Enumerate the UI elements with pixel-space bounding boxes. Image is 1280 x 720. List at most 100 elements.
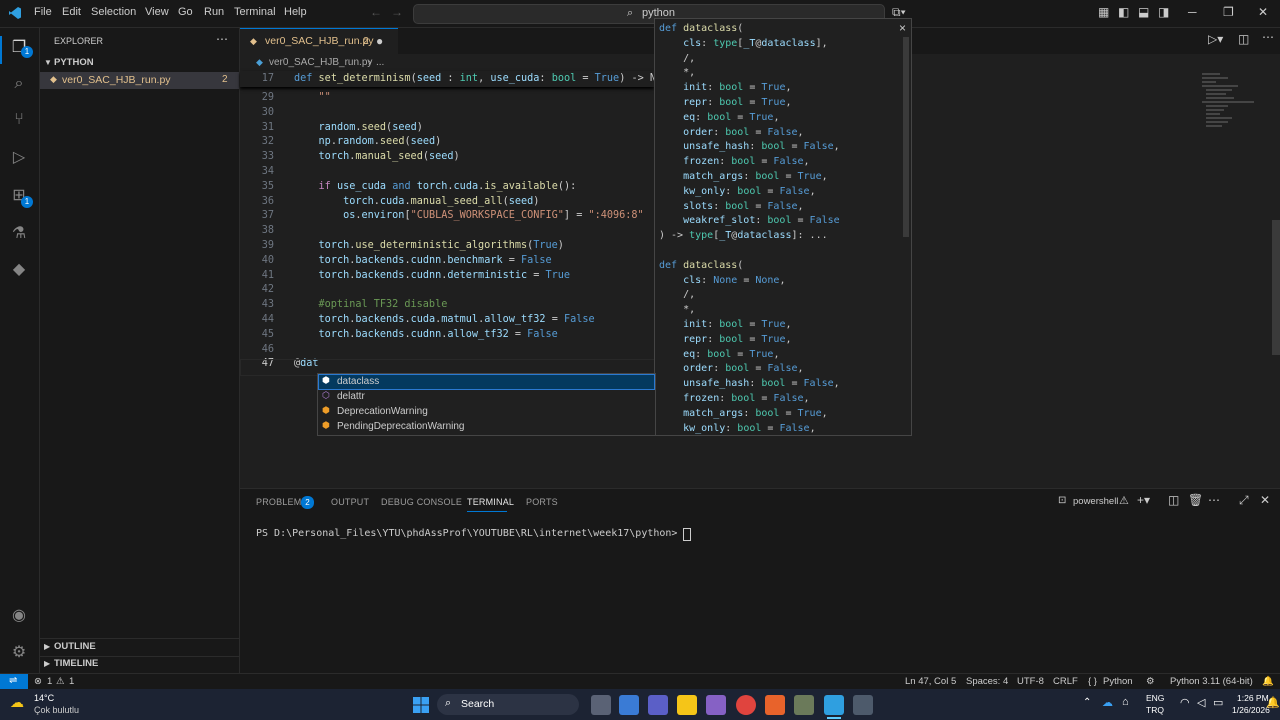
app-icon[interactable] [765, 695, 785, 715]
terminal-shell-label[interactable]: powershell [1073, 496, 1118, 507]
code-line[interactable]: torch.backends.cudnn.allow_tf32 = False [294, 329, 558, 340]
hover-signature-popup[interactable]: def dataclass( cls: type[_T@dataclass], … [654, 18, 912, 436]
close-window-icon[interactable]: ✕ [1258, 5, 1268, 19]
onedrive-icon[interactable]: ☁ [1102, 696, 1113, 709]
wifi-icon[interactable]: ◠ [1180, 696, 1190, 709]
unsaved-dot-icon[interactable]: ● [376, 34, 383, 48]
notifications-icon[interactable]: 🔔 [1262, 676, 1274, 687]
volume-icon[interactable]: ◁ [1197, 696, 1205, 709]
suggestion-item[interactable]: ⬢ dataclass [318, 374, 655, 390]
run-debug-icon[interactable]: ▷ [9, 148, 29, 168]
menu-go[interactable]: Go [178, 6, 193, 18]
timeline-header[interactable]: TIMELINE [54, 658, 98, 669]
new-terminal-icon[interactable]: +▾ [1137, 493, 1150, 507]
code-line[interactable]: np.random.seed(seed) [294, 136, 442, 147]
battery-icon[interactable]: ▭ [1213, 696, 1223, 709]
more-actions-icon[interactable]: ⋯ [1208, 493, 1220, 507]
back-arrow-icon[interactable]: ← [370, 5, 382, 19]
menu-file[interactable]: File [34, 6, 52, 18]
breadcrumb-more[interactable]: ... [376, 57, 384, 68]
maximize-icon[interactable]: ❐ [1223, 5, 1234, 19]
code-line[interactable]: "" [294, 92, 331, 103]
code-line[interactable]: random.seed(seed) [294, 122, 423, 133]
folder-header[interactable]: PYTHON [54, 57, 94, 68]
chrome-icon[interactable] [736, 695, 756, 715]
split-terminal-icon[interactable]: ◫ [1168, 493, 1179, 507]
menu-selection[interactable]: Selection [91, 6, 136, 18]
more-actions-icon[interactable]: ⋯ [216, 32, 228, 46]
weather-temp[interactable]: 14°C [34, 693, 54, 703]
python-icon[interactable]: ◆ [9, 260, 29, 280]
terminal-prompt[interactable]: PS D:\Personal_Files\YTU\phdAssProf\YOUT… [256, 528, 683, 539]
suggest-widget[interactable]: ⬢ dataclass ⬡ delattr ⬢ DeprecationWarning ⬢ Pe… [317, 373, 656, 436]
menu-run[interactable]: Run [204, 6, 224, 18]
chevron-right-icon[interactable]: ▶ [44, 642, 50, 651]
run-python-icon[interactable]: ▷▾ [1208, 32, 1223, 46]
error-count[interactable]: 1 [47, 676, 52, 687]
chevron-right-icon[interactable]: ▶ [44, 659, 50, 668]
suggestion-item[interactable]: ⬡ delattr [319, 390, 654, 404]
code-line[interactable]: #optinal TF32 disable [294, 299, 448, 310]
customize-layout-icon[interactable]: ▦ [1098, 5, 1109, 19]
network-icon[interactable]: ⌂ [1122, 696, 1129, 708]
start-button[interactable] [411, 695, 431, 715]
testing-icon[interactable]: ⚗ [9, 224, 29, 244]
minimap[interactable] [1198, 72, 1258, 132]
tab-problems[interactable]: PROBLEMS [256, 497, 308, 507]
minimize-icon[interactable]: ─ [1188, 5, 1197, 19]
code-line[interactable]: torch.backends.cudnn.benchmark = False [294, 255, 552, 266]
input-lang-2[interactable]: TRQ [1146, 705, 1164, 715]
breadcrumb-file[interactable]: ver0_SAC_HJB_run.py [269, 57, 372, 68]
menu-edit[interactable]: Edit [62, 6, 81, 18]
copilot-icon[interactable] [619, 695, 639, 715]
code-line[interactable]: torch.use_deterministic_algorithms(True) [294, 240, 564, 251]
suggestion-item[interactable]: ⬢ DeprecationWarning [319, 405, 654, 419]
close-panel-icon[interactable]: ✕ [1260, 493, 1270, 507]
remote-button[interactable]: ⇌ [0, 674, 28, 690]
menu-view[interactable]: View [145, 6, 169, 18]
split-editor-icon[interactable]: ◫ [1238, 32, 1249, 46]
code-line[interactable]: torch.cuda.manual_seed_all(seed) [294, 196, 539, 207]
tab-active-file[interactable]: ◆ ver0_SAC_HJB_run.py 2 ● [240, 28, 398, 55]
close-icon[interactable]: × [899, 21, 906, 35]
teams-icon[interactable] [648, 695, 668, 715]
app-icon[interactable] [794, 695, 814, 715]
chevron-down-icon[interactable]: ▼ [44, 58, 52, 67]
code-line[interactable]: if use_cuda and torch.cuda.is_available(… [294, 181, 577, 192]
scrollbar[interactable] [903, 37, 909, 237]
warning-icon[interactable]: ⚠ [56, 676, 65, 687]
input-lang[interactable]: ENG [1146, 693, 1164, 703]
tab-terminal[interactable]: TERMINAL [467, 497, 514, 507]
warning-count[interactable]: 1 [69, 676, 74, 687]
vscode-icon[interactable] [824, 695, 844, 715]
app-icon[interactable] [853, 695, 873, 715]
end-of-line[interactable]: CRLF [1053, 676, 1078, 687]
code-line[interactable]: os.environ["CUBLAS_WORKSPACE_CONFIG"] = … [294, 210, 644, 221]
tab-output[interactable]: OUTPUT [331, 497, 369, 507]
toggle-sidebar-icon[interactable]: ◧ [1118, 5, 1129, 19]
tab-debug-console[interactable]: DEBUG CONSOLE [381, 497, 462, 507]
code-line[interactable]: torch.backends.cuda.matmul.allow_tf32 = … [294, 314, 595, 325]
more-actions-icon[interactable]: ⋯ [1262, 30, 1274, 44]
maximize-panel-icon[interactable]: ⤢ [1239, 493, 1249, 508]
file-explorer-icon[interactable] [677, 695, 697, 715]
source-control-icon[interactable]: ⑂ [9, 110, 29, 130]
toggle-secondary-sidebar-icon[interactable]: ◨ [1158, 5, 1169, 19]
taskbar-search[interactable]: ⌕ Search [437, 694, 579, 715]
task-view-icon[interactable] [591, 695, 611, 715]
error-icon[interactable]: ⊗ [34, 676, 42, 687]
visual-studio-icon[interactable] [706, 695, 726, 715]
clock-time[interactable]: 1:26 PM [1237, 693, 1269, 703]
code-line[interactable]: torch.manual_seed(seed) [294, 151, 460, 162]
chevron-up-icon[interactable]: ⌃ [1083, 697, 1091, 708]
file-item[interactable]: ◆ ver0_SAC_HJB_run.py 2 [40, 72, 239, 89]
search-icon[interactable]: ⌕ [9, 74, 29, 94]
outline-header[interactable]: OUTLINE [54, 641, 96, 652]
notification-bell-icon[interactable]: 🔔 [1266, 696, 1280, 709]
editor-scrollbar[interactable] [1272, 220, 1280, 355]
cursor-position[interactable]: Ln 47, Col 5 [905, 676, 956, 687]
weather-desc[interactable]: Çok bulutlu [34, 705, 79, 715]
language-mode[interactable]: Python [1103, 676, 1133, 687]
trash-icon[interactable]: 🗑 [1188, 493, 1203, 507]
suggestion-item[interactable]: ⬢ PendingDeprecationWarning [319, 420, 654, 434]
